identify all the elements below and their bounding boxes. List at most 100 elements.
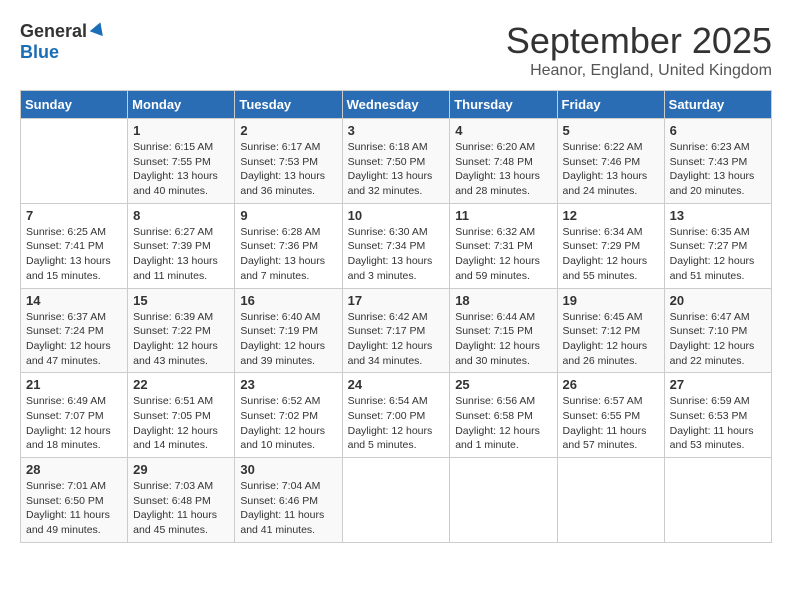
calendar-cell	[342, 458, 450, 543]
day-number: 24	[348, 377, 445, 392]
day-info: Sunrise: 6:57 AMSunset: 6:55 PMDaylight:…	[563, 394, 659, 453]
calendar-cell: 6Sunrise: 6:23 AMSunset: 7:43 PMDaylight…	[664, 119, 771, 204]
calendar-cell	[21, 119, 128, 204]
column-header-saturday: Saturday	[664, 91, 771, 119]
calendar-cell: 22 Sunrise: 6:51 AMSunset: 7:05 PMDayligh…	[128, 373, 235, 458]
calendar-cell: 17Sunrise: 6:42 AMSunset: 7:17 PMDayligh…	[342, 288, 450, 373]
day-number: 10	[348, 208, 445, 223]
day-number: 3	[348, 123, 445, 138]
calendar-cell: 20 Sunrise: 6:47 AMSunset: 7:10 PMDayligh…	[664, 288, 771, 373]
calendar-cell: 2 Sunrise: 6:17 AMSunset: 7:53 PMDaylight…	[235, 119, 342, 204]
day-info: Sunrise: 6:37 AMSunset: 7:24 PMDaylight:…	[26, 310, 122, 369]
calendar-cell: 12 Sunrise: 6:34 AMSunset: 7:29 PMDayligh…	[557, 203, 664, 288]
day-info: Sunrise: 7:04 AMSunset: 6:46 PMDaylight:…	[240, 479, 336, 538]
calendar-cell: 11 Sunrise: 6:32 AMSunset: 7:31 PMDayligh…	[450, 203, 557, 288]
calendar-cell: 4Sunrise: 6:20 AMSunset: 7:48 PMDaylight…	[450, 119, 557, 204]
logo-icon	[89, 20, 107, 38]
day-number: 1	[133, 123, 229, 138]
day-info: Sunrise: 6:35 AMSunset: 7:27 PMDaylight:…	[670, 225, 766, 284]
day-info: Sunrise: 6:40 AMSunset: 7:19 PMDaylight:…	[240, 310, 336, 369]
calendar-cell: 30 Sunrise: 7:04 AMSunset: 6:46 PMDayligh…	[235, 458, 342, 543]
calendar-cell: 8Sunrise: 6:27 AMSunset: 7:39 PMDaylight…	[128, 203, 235, 288]
day-info: Sunrise: 6:54 AMSunset: 7:00 PMDaylight:…	[348, 394, 445, 453]
calendar-cell: 9 Sunrise: 6:28 AMSunset: 7:36 PMDaylight…	[235, 203, 342, 288]
calendar-week-row: 21 Sunrise: 6:49 AMSunset: 7:07 PMDayligh…	[21, 373, 772, 458]
column-header-wednesday: Wednesday	[342, 91, 450, 119]
day-info: Sunrise: 6:17 AMSunset: 7:53 PMDaylight:…	[240, 140, 336, 199]
calendar-cell: 23Sunrise: 6:52 AMSunset: 7:02 PMDayligh…	[235, 373, 342, 458]
day-number: 7	[26, 208, 122, 223]
calendar-cell: 1 Sunrise: 6:15 AMSunset: 7:55 PMDaylight…	[128, 119, 235, 204]
calendar-cell: 3 Sunrise: 6:18 AMSunset: 7:50 PMDaylight…	[342, 119, 450, 204]
column-header-monday: Monday	[128, 91, 235, 119]
day-number: 6	[670, 123, 766, 138]
day-number: 5	[563, 123, 659, 138]
day-number: 15	[133, 293, 229, 308]
day-number: 22	[133, 377, 229, 392]
day-number: 17	[348, 293, 445, 308]
calendar-cell	[664, 458, 771, 543]
day-number: 26	[563, 377, 659, 392]
day-info: Sunrise: 6:56 AMSunset: 6:58 PMDaylight:…	[455, 394, 551, 453]
day-info: Sunrise: 6:52 AMSunset: 7:02 PMDaylight:…	[240, 394, 336, 453]
calendar-cell: 25 Sunrise: 6:56 AMSunset: 6:58 PMDayligh…	[450, 373, 557, 458]
month-title: September 2025	[506, 20, 772, 62]
calendar-cell: 26 Sunrise: 6:57 AMSunset: 6:55 PMDayligh…	[557, 373, 664, 458]
day-info: Sunrise: 6:18 AMSunset: 7:50 PMDaylight:…	[348, 140, 445, 199]
day-info: Sunrise: 6:51 AMSunset: 7:05 PMDaylight:…	[133, 394, 229, 453]
calendar-cell	[450, 458, 557, 543]
day-number: 25	[455, 377, 551, 392]
day-info: Sunrise: 6:27 AMSunset: 7:39 PMDaylight:…	[133, 225, 229, 284]
calendar-cell: 15 Sunrise: 6:39 AMSunset: 7:22 PMDayligh…	[128, 288, 235, 373]
column-header-thursday: Thursday	[450, 91, 557, 119]
location-subtitle: Heanor, England, United Kingdom	[506, 62, 772, 80]
day-info: Sunrise: 6:32 AMSunset: 7:31 PMDaylight:…	[455, 225, 551, 284]
day-number: 20	[670, 293, 766, 308]
day-info: Sunrise: 6:22 AMSunset: 7:46 PMDaylight:…	[563, 140, 659, 199]
day-info: Sunrise: 6:30 AMSunset: 7:34 PMDaylight:…	[348, 225, 445, 284]
calendar-cell: 29Sunrise: 7:03 AMSunset: 6:48 PMDayligh…	[128, 458, 235, 543]
calendar-cell: 28Sunrise: 7:01 AMSunset: 6:50 PMDayligh…	[21, 458, 128, 543]
day-info: Sunrise: 6:47 AMSunset: 7:10 PMDaylight:…	[670, 310, 766, 369]
day-info: Sunrise: 6:28 AMSunset: 7:36 PMDaylight:…	[240, 225, 336, 284]
calendar-cell: 27Sunrise: 6:59 AMSunset: 6:53 PMDayligh…	[664, 373, 771, 458]
calendar-week-row: 7Sunrise: 6:25 AMSunset: 7:41 PMDaylight…	[21, 203, 772, 288]
day-number: 11	[455, 208, 551, 223]
day-number: 18	[455, 293, 551, 308]
calendar-cell	[557, 458, 664, 543]
day-number: 30	[240, 462, 336, 477]
day-number: 2	[240, 123, 336, 138]
calendar-cell: 7Sunrise: 6:25 AMSunset: 7:41 PMDaylight…	[21, 203, 128, 288]
logo: General Blue	[20, 20, 107, 63]
day-number: 29	[133, 462, 229, 477]
calendar-table: SundayMondayTuesdayWednesdayThursdayFrid…	[20, 90, 772, 543]
title-block: September 2025 Heanor, England, United K…	[506, 20, 772, 80]
calendar-cell: 16 Sunrise: 6:40 AMSunset: 7:19 PMDayligh…	[235, 288, 342, 373]
calendar-week-row: 28Sunrise: 7:01 AMSunset: 6:50 PMDayligh…	[21, 458, 772, 543]
day-info: Sunrise: 6:49 AMSunset: 7:07 PMDaylight:…	[26, 394, 122, 453]
page-header: General Blue September 2025 Heanor, Engl…	[20, 20, 772, 80]
calendar-cell: 19 Sunrise: 6:45 AMSunset: 7:12 PMDayligh…	[557, 288, 664, 373]
day-number: 13	[670, 208, 766, 223]
day-number: 16	[240, 293, 336, 308]
calendar-cell: 10 Sunrise: 6:30 AMSunset: 7:34 PMDayligh…	[342, 203, 450, 288]
calendar-cell: 21 Sunrise: 6:49 AMSunset: 7:07 PMDayligh…	[21, 373, 128, 458]
day-number: 27	[670, 377, 766, 392]
day-info: Sunrise: 6:34 AMSunset: 7:29 PMDaylight:…	[563, 225, 659, 284]
day-number: 12	[563, 208, 659, 223]
day-info: Sunrise: 6:15 AMSunset: 7:55 PMDaylight:…	[133, 140, 229, 199]
calendar-week-row: 1 Sunrise: 6:15 AMSunset: 7:55 PMDaylight…	[21, 119, 772, 204]
day-number: 21	[26, 377, 122, 392]
day-info: Sunrise: 6:20 AMSunset: 7:48 PMDaylight:…	[455, 140, 551, 199]
day-info: Sunrise: 6:39 AMSunset: 7:22 PMDaylight:…	[133, 310, 229, 369]
calendar-week-row: 14Sunrise: 6:37 AMSunset: 7:24 PMDayligh…	[21, 288, 772, 373]
day-number: 19	[563, 293, 659, 308]
day-number: 9	[240, 208, 336, 223]
day-info: Sunrise: 6:45 AMSunset: 7:12 PMDaylight:…	[563, 310, 659, 369]
calendar-header-row: SundayMondayTuesdayWednesdayThursdayFrid…	[21, 91, 772, 119]
logo-blue-text: Blue	[20, 42, 59, 62]
day-info: Sunrise: 6:44 AMSunset: 7:15 PMDaylight:…	[455, 310, 551, 369]
column-header-tuesday: Tuesday	[235, 91, 342, 119]
logo-general-text: General	[20, 22, 87, 42]
day-number: 28	[26, 462, 122, 477]
